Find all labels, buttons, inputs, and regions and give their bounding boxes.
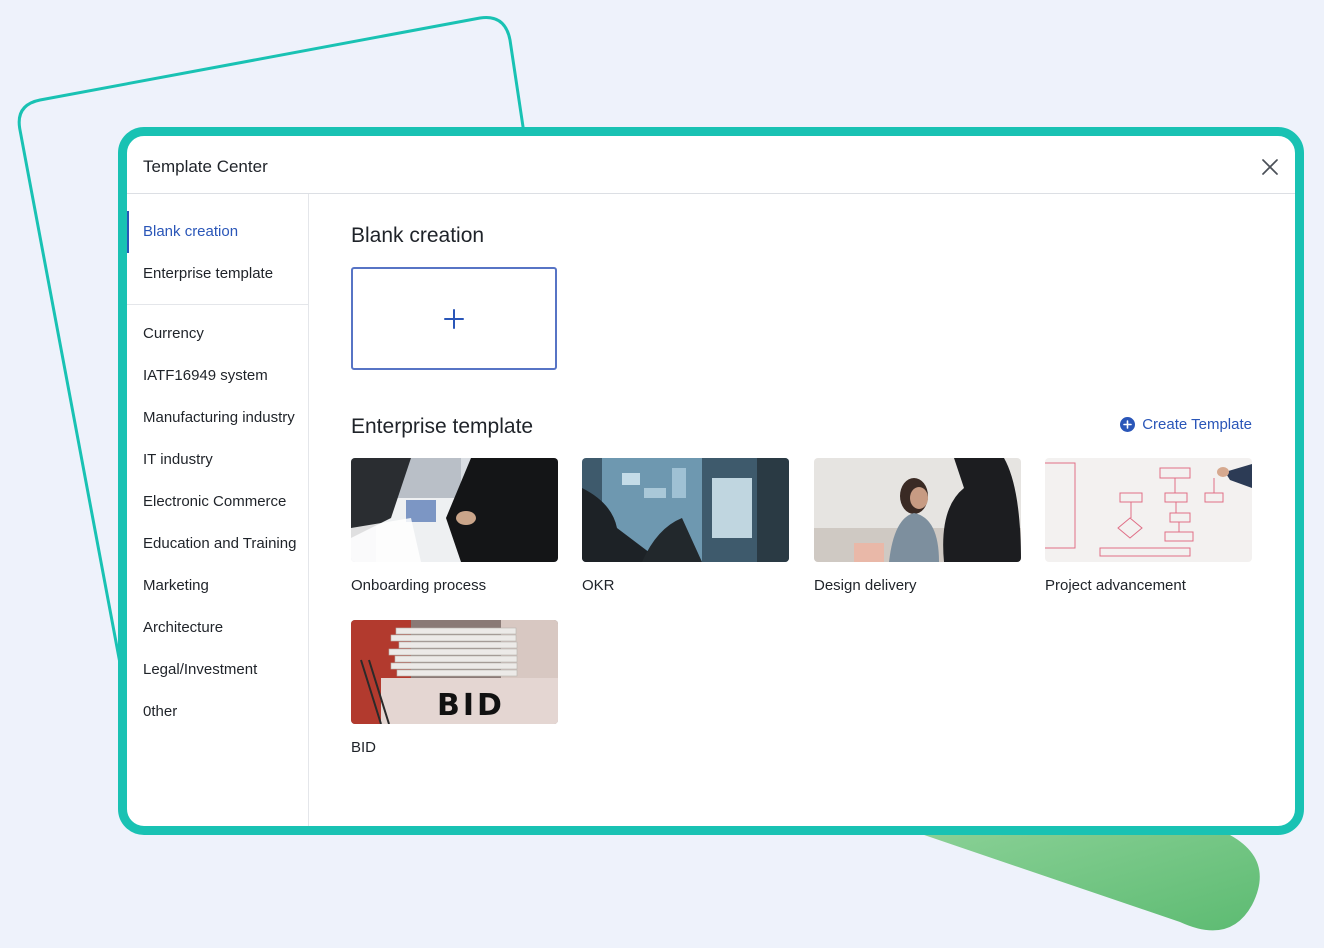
enterprise-template-heading: Enterprise template xyxy=(351,415,534,438)
category-sidebar: Blank creation Enterprise template Curre… xyxy=(127,194,309,826)
template-card-project-advancement[interactable]: Project advancement xyxy=(1045,458,1252,594)
blank-creation-heading: Blank creation xyxy=(351,224,485,247)
template-thumbnail xyxy=(582,458,789,562)
template-center-dialog: Template Center Blank creation Enterpris… xyxy=(118,127,1304,835)
business-meeting-photo xyxy=(351,458,558,562)
create-template-button[interactable]: Create Template xyxy=(1120,416,1252,433)
template-thumbnail xyxy=(351,458,558,562)
sidebar-item-other[interactable]: 0ther xyxy=(127,691,308,733)
dialog-header: Template Center xyxy=(127,136,1295,194)
template-card-bid[interactable]: BID BID xyxy=(351,620,558,756)
sidebar-item-enterprise-template[interactable]: Enterprise template xyxy=(127,253,308,295)
close-button[interactable] xyxy=(1257,154,1283,180)
template-card-okr[interactable]: OKR xyxy=(582,458,789,594)
plus-circle-icon xyxy=(1120,417,1136,432)
sidebar-item-manufacturing[interactable]: Manufacturing industry xyxy=(127,397,308,439)
template-thumbnail: BID xyxy=(351,620,558,724)
template-card-onboarding[interactable]: Onboarding process xyxy=(351,458,558,594)
sidebar-item-legal-investment[interactable]: Legal/Investment xyxy=(127,649,308,691)
decor-green-shape xyxy=(880,820,1260,931)
sidebar-item-blank-creation[interactable]: Blank creation xyxy=(127,211,308,253)
template-name: Onboarding process xyxy=(351,577,487,594)
sidebar-item-iatf16949[interactable]: IATF16949 system xyxy=(127,355,308,397)
bid-overlay-text: BID xyxy=(437,688,505,723)
close-icon xyxy=(1262,159,1278,175)
template-name: OKR xyxy=(582,577,615,594)
create-template-label: Create Template xyxy=(1142,416,1252,433)
sidebar-item-electronic-commerce[interactable]: Electronic Commerce xyxy=(127,481,308,523)
plus-icon xyxy=(444,308,464,329)
sidebar-item-education-training[interactable]: Education and Training xyxy=(127,523,308,565)
sidebar-divider xyxy=(127,304,308,305)
template-thumbnail xyxy=(1045,458,1252,562)
sidebar-item-currency[interactable]: Currency xyxy=(127,313,308,355)
dialog-title: Template Center xyxy=(143,157,268,176)
bid-document-stack-photo: BID xyxy=(351,620,558,724)
template-content: Blank creation Enterprise template Creat… xyxy=(309,194,1295,826)
sidebar-item-marketing[interactable]: Marketing xyxy=(127,565,308,607)
data-screen-photo xyxy=(582,458,789,562)
whiteboard-flowchart-photo xyxy=(1045,458,1252,562)
template-thumbnail xyxy=(814,458,1021,562)
sidebar-item-it-industry[interactable]: IT industry xyxy=(127,439,308,481)
sidebar-item-architecture[interactable]: Architecture xyxy=(127,607,308,649)
blank-create-button[interactable] xyxy=(351,267,557,370)
office-conversation-photo xyxy=(814,458,1021,562)
template-name: Design delivery xyxy=(814,577,917,594)
template-name: BID xyxy=(351,739,377,756)
template-name: Project advancement xyxy=(1045,577,1186,594)
template-card-design-delivery[interactable]: Design delivery xyxy=(814,458,1021,594)
